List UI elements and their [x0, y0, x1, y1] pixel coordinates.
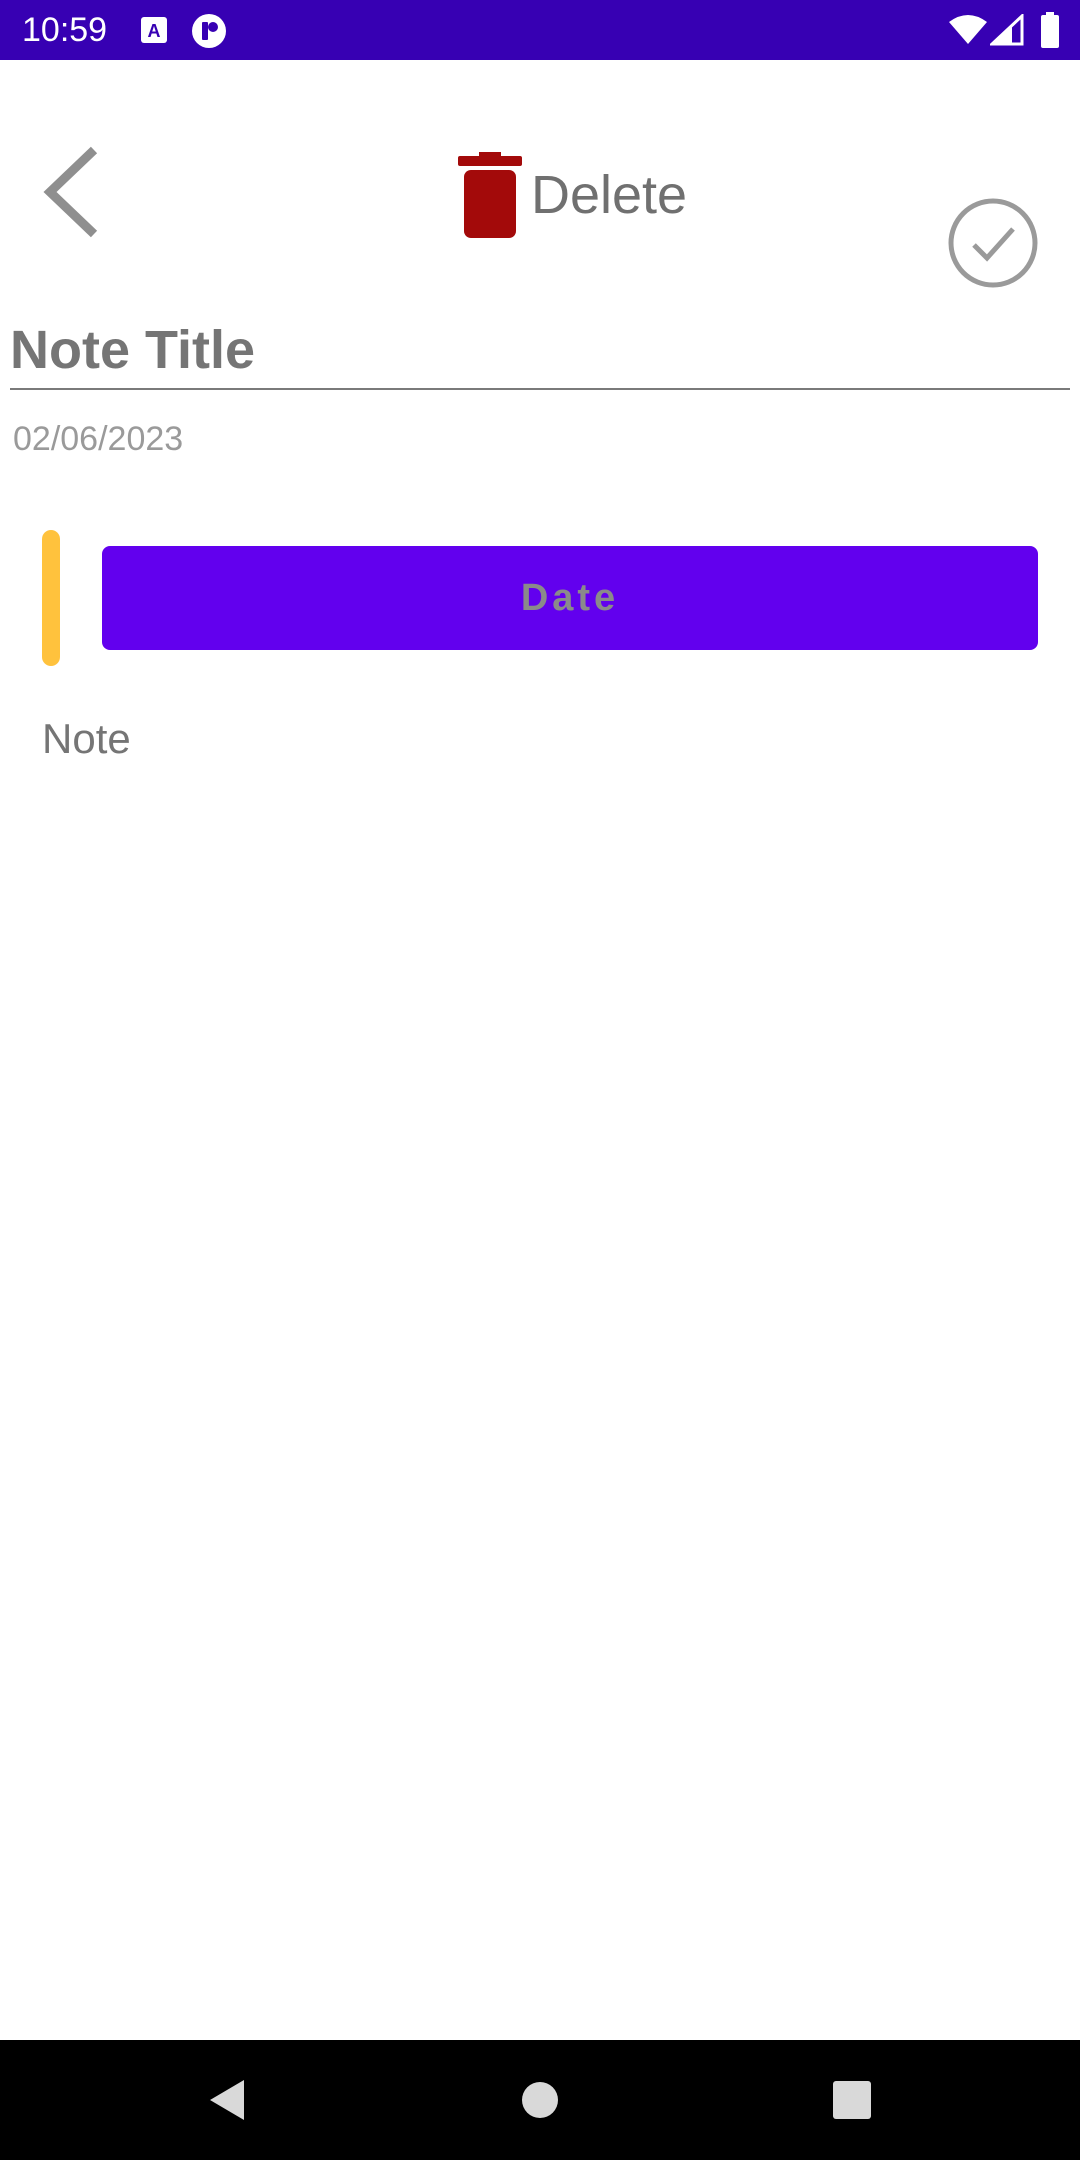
notification-a-icon: A: [140, 16, 168, 49]
nav-recents-button[interactable]: [820, 2068, 884, 2132]
wifi-icon: [948, 14, 988, 51]
status-time: 10:59: [22, 11, 108, 49]
nav-recents-icon: [833, 2081, 871, 2119]
delete-label: Delete: [531, 165, 688, 225]
svg-text:A: A: [148, 21, 161, 41]
battery-icon: [1040, 12, 1060, 53]
nav-home-button[interactable]: [508, 2068, 572, 2132]
color-indicator: [42, 530, 60, 666]
done-button[interactable]: [945, 195, 1041, 291]
trash-icon: [458, 152, 522, 238]
cell-signal-icon: [988, 12, 1024, 51]
chevron-left-icon: [43, 146, 98, 238]
back-button[interactable]: [30, 132, 120, 242]
system-nav-bar: [0, 2040, 1080, 2160]
check-circle-icon: [948, 198, 1038, 288]
app-notification-icon: [190, 12, 228, 55]
status-bar: 10:59 A: [0, 0, 1080, 60]
nav-home-icon: [522, 2082, 558, 2118]
date-button[interactable]: Date: [102, 546, 1038, 650]
delete-button[interactable]: Delete: [455, 140, 687, 250]
note-toolbar: Delete: [0, 60, 1080, 310]
note-title-input[interactable]: [10, 300, 1070, 390]
nav-back-button[interactable]: [196, 2068, 260, 2132]
nav-back-icon: [210, 2080, 244, 2120]
note-body-input[interactable]: [42, 712, 1042, 1972]
note-date: 02/06/2023: [13, 420, 184, 458]
